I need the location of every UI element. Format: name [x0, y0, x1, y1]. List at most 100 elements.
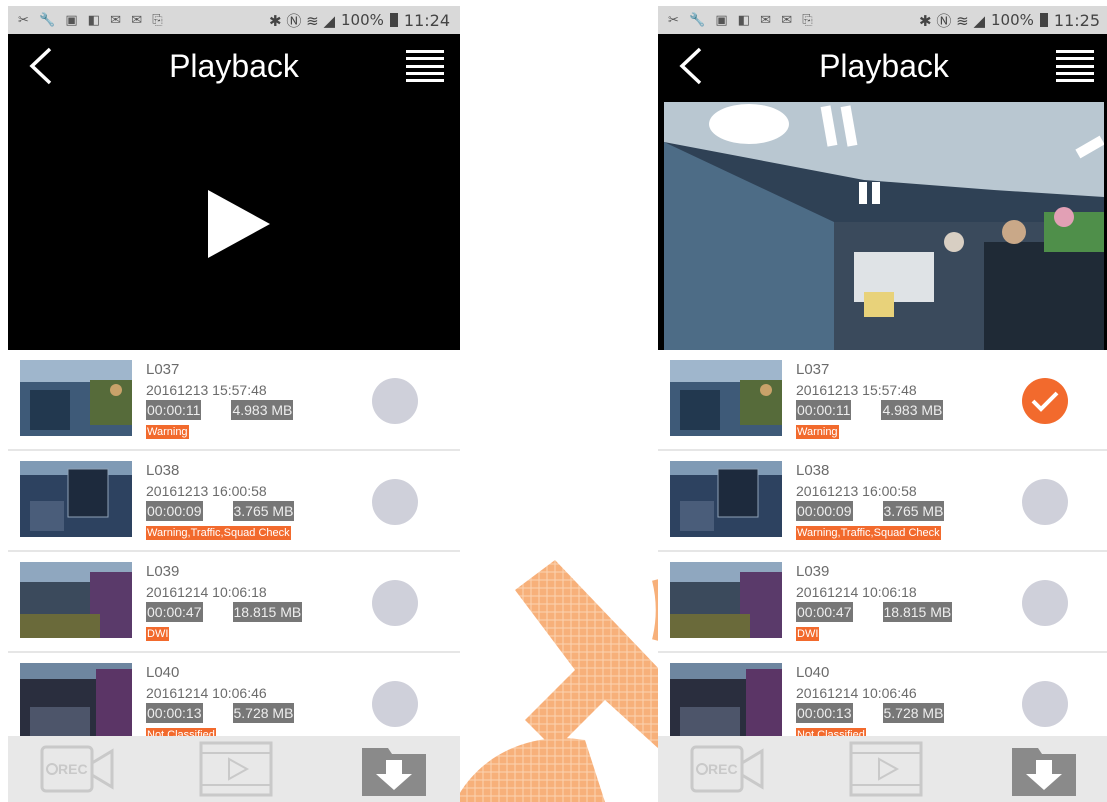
- clip-datetime: 20161214 10:06:46: [146, 685, 267, 701]
- battery-level: 100%: [991, 11, 1034, 29]
- clip-thumbnail: [670, 461, 782, 537]
- bottom-toolbar: REC: [658, 736, 1107, 802]
- clip-datetime: 20161214 10:06:18: [146, 584, 267, 600]
- status-bar: ✂ 🔧 ▣ ◧ ✉ ✉ ⎘ ✱ Ⓝ ≋ ◢ 100% 11:25: [658, 6, 1107, 34]
- battery-icon: [389, 13, 398, 27]
- clip-name: L037: [796, 361, 830, 378]
- clip-size: 3.765 MB: [882, 501, 945, 521]
- clip-thumbnail: [20, 360, 132, 436]
- clip-tag: DWI: [146, 627, 170, 641]
- clip-size: 18.815 MB: [882, 602, 953, 622]
- select-toggle[interactable]: [1022, 681, 1068, 727]
- clip-name: L038: [146, 462, 180, 479]
- clip-tag: DWI: [796, 627, 820, 641]
- clip-name: L038: [796, 462, 830, 479]
- checkmark-icon: [1031, 391, 1059, 412]
- video-frame: [664, 102, 1104, 350]
- clip-duration: 00:00:13: [146, 703, 203, 723]
- clip-duration: 00:00:47: [146, 602, 203, 622]
- clip-name: L040: [796, 664, 830, 681]
- clip-list: L037 20161213 15:57:48 00:00:11 4.983 MB …: [8, 350, 460, 754]
- select-toggle[interactable]: [372, 378, 418, 424]
- record-label: REC: [708, 761, 738, 777]
- clip-duration: 00:00:13: [796, 703, 853, 723]
- clip-tag: Warning,Traffic,Squad Check: [796, 526, 941, 540]
- clip-duration: 00:00:47: [796, 602, 853, 622]
- clip-name: L040: [146, 664, 180, 681]
- clip-name: L039: [796, 563, 830, 580]
- clip-name: L039: [146, 563, 180, 580]
- download-icon[interactable]: [1008, 740, 1080, 798]
- figure: ✂ 🔧 ▣ ◧ ✉ ✉ ⎘ ✱ Ⓝ ≋ ◢ 100% 11:24 Playbac…: [0, 0, 1107, 802]
- battery-icon: [1039, 13, 1048, 27]
- video-player[interactable]: [658, 98, 1107, 350]
- clip-name: L037: [146, 361, 180, 378]
- page-title: Playback: [169, 47, 299, 84]
- clip-datetime: 20161213 16:00:58: [146, 483, 267, 499]
- clip-size: 4.983 MB: [881, 400, 944, 420]
- list-item[interactable]: L038 20161213 16:00:58 00:00:09 3.765 MB …: [8, 451, 460, 552]
- notification-icons: ✂ 🔧 ▣ ◧ ✉ ✉ ⎘: [18, 12, 166, 28]
- video-player[interactable]: [8, 98, 460, 350]
- app-header: Playback: [658, 34, 1107, 98]
- clip-thumbnail: [670, 663, 782, 739]
- clip-datetime: 20161213 16:00:58: [796, 483, 917, 499]
- bottom-toolbar: REC: [8, 736, 460, 802]
- record-label: REC: [58, 761, 88, 777]
- menu-icon[interactable]: [406, 46, 444, 86]
- clip-datetime: 20161214 10:06:18: [796, 584, 917, 600]
- clip-duration: 00:00:11: [796, 400, 852, 420]
- play-icon[interactable]: [208, 190, 270, 258]
- clip-datetime: 20161213 15:57:48: [146, 382, 267, 398]
- list-item[interactable]: L038 20161213 16:00:58 00:00:09 3.765 MB …: [658, 451, 1107, 552]
- connectivity-icons: ✱ Ⓝ ≋ ◢: [269, 11, 335, 30]
- clip-thumbnail: [20, 562, 132, 638]
- back-icon[interactable]: [676, 44, 712, 88]
- clip-datetime: 20161214 10:06:46: [796, 685, 917, 701]
- download-icon[interactable]: [358, 740, 430, 798]
- clip-size: 5.728 MB: [232, 703, 295, 723]
- connectivity-icons: ✱ Ⓝ ≋ ◢: [919, 11, 985, 30]
- clip-thumbnail: [20, 663, 132, 739]
- battery-level: 100%: [341, 11, 384, 29]
- list-item[interactable]: L039 20161214 10:06:18 00:00:47 18.815 MB…: [658, 552, 1107, 653]
- phone-screen-before: ✂ 🔧 ▣ ◧ ✉ ✉ ⎘ ✱ Ⓝ ≋ ◢ 100% 11:24 Playbac…: [8, 6, 460, 802]
- record-camera-icon[interactable]: REC: [690, 743, 764, 795]
- clip-datetime: 20161213 15:57:48: [796, 382, 917, 398]
- clip-size: 18.815 MB: [232, 602, 303, 622]
- page-title: Playback: [819, 47, 949, 84]
- clock: 11:25: [1053, 10, 1100, 30]
- record-camera-icon[interactable]: REC: [40, 743, 114, 795]
- clip-duration: 00:00:09: [146, 501, 203, 521]
- app-header: Playback: [8, 34, 460, 98]
- clip-tag: Warning: [796, 425, 839, 439]
- list-item[interactable]: L039 20161214 10:06:18 00:00:47 18.815 MB…: [8, 552, 460, 653]
- list-item[interactable]: L037 20161213 15:57:48 00:00:11 4.983 MB …: [658, 350, 1107, 451]
- select-toggle[interactable]: [372, 681, 418, 727]
- clip-thumbnail: [670, 360, 782, 436]
- clip-thumbnail: [20, 461, 132, 537]
- select-toggle[interactable]: [1022, 580, 1068, 626]
- clip-list: L037 20161213 15:57:48 00:00:11 4.983 MB …: [658, 350, 1107, 754]
- list-item[interactable]: L037 20161213 15:57:48 00:00:11 4.983 MB …: [8, 350, 460, 451]
- menu-icon[interactable]: [1056, 46, 1094, 86]
- decorative-pattern: [455, 560, 660, 802]
- clip-duration: 00:00:09: [796, 501, 853, 521]
- video-playback-icon[interactable]: [849, 741, 923, 797]
- back-icon[interactable]: [26, 44, 62, 88]
- clip-tag: Warning,Traffic,Squad Check: [146, 526, 291, 540]
- select-toggle[interactable]: [1022, 479, 1068, 525]
- clip-tag: Warning: [146, 425, 189, 439]
- select-toggle-checked[interactable]: [1022, 378, 1068, 424]
- clip-thumbnail: [670, 562, 782, 638]
- clip-duration: 00:00:11: [146, 400, 202, 420]
- clock: 11:24: [403, 10, 450, 30]
- status-bar: ✂ 🔧 ▣ ◧ ✉ ✉ ⎘ ✱ Ⓝ ≋ ◢ 100% 11:24: [8, 6, 460, 34]
- select-toggle[interactable]: [372, 580, 418, 626]
- clip-size: 4.983 MB: [231, 400, 294, 420]
- notification-icons: ✂ 🔧 ▣ ◧ ✉ ✉ ⎘: [668, 12, 816, 28]
- select-toggle[interactable]: [372, 479, 418, 525]
- phone-screen-after: ✂ 🔧 ▣ ◧ ✉ ✉ ⎘ ✱ Ⓝ ≋ ◢ 100% 11:25 Playbac…: [658, 6, 1107, 802]
- video-playback-icon[interactable]: [199, 741, 273, 797]
- clip-size: 5.728 MB: [882, 703, 945, 723]
